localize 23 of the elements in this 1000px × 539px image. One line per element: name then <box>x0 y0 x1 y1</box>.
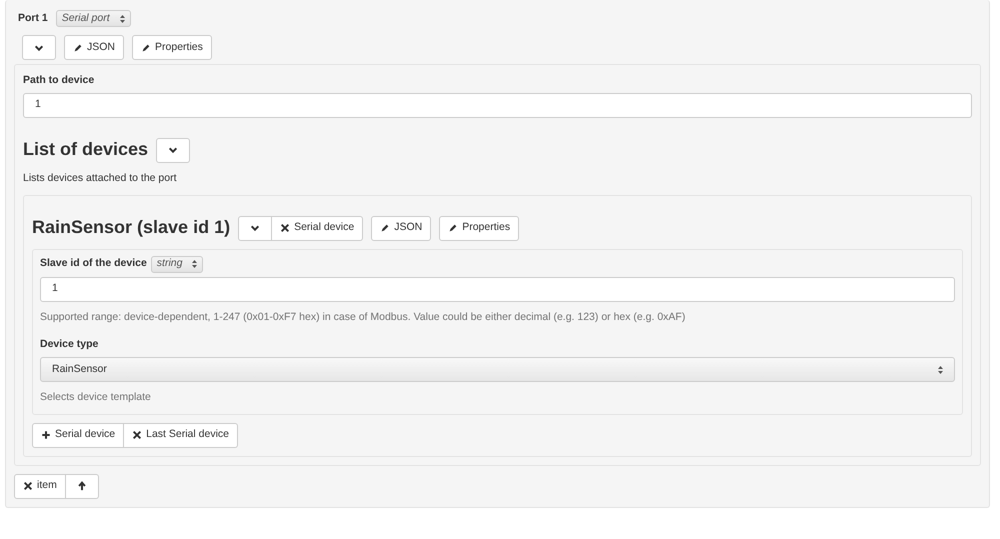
help-text: Selects device template <box>40 390 152 405</box>
field-label: Device type <box>40 337 100 352</box>
edit-button[interactable]: JSON <box>371 216 432 240</box>
edit-button[interactable]: Properties <box>132 35 212 60</box>
type-select[interactable]: string <box>150 256 204 272</box>
add-button[interactable]: Serial device <box>32 422 124 448</box>
field-label: Slave id of the device <box>40 256 147 272</box>
path-input[interactable]: 1 <box>23 92 972 118</box>
device-type-select[interactable]: RainSensor <box>40 357 955 382</box>
remove-button[interactable]: Serial device <box>272 216 364 240</box>
edit-button[interactable]: JSON <box>64 35 124 60</box>
field-label: Path to device <box>23 73 96 88</box>
section-description: Lists devices attached to the port <box>23 170 178 186</box>
slave-id-input[interactable]: 1 <box>40 276 955 302</box>
port-title: Port 1 <box>18 10 48 26</box>
help-text: Supported range: device-dependent, 1-247 (0x01-0xF7 hex) in case of Modbus. Value could be either decimal (e.g. 123) or hex (e.g. 0xAF) <box>40 310 686 324</box>
select-value: RainSensor <box>52 362 107 377</box>
section-heading: List of devices <box>23 139 148 162</box>
remove-button[interactable]: Last Serial device <box>124 422 238 448</box>
type-select[interactable]: Serial port <box>56 10 131 27</box>
remove-button[interactable]: item <box>14 474 66 499</box>
edit-button[interactable]: Properties <box>439 216 520 240</box>
device-heading: RainSensor (slave id 1) <box>32 217 230 239</box>
